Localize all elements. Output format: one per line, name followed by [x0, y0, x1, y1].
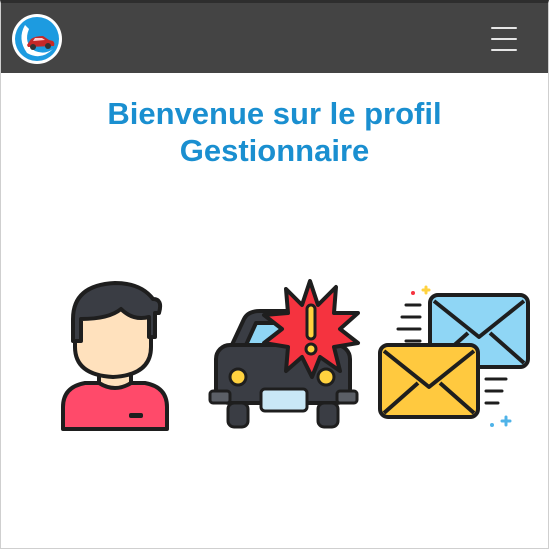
- user-profile-icon[interactable]: [59, 279, 171, 431]
- top-navbar: [1, 3, 548, 73]
- menu-bar-top: [491, 27, 517, 29]
- profile-tiles: [1, 279, 548, 439]
- page-title-line1: Bienvenue sur le profil: [107, 96, 442, 131]
- menu-bar-middle: [491, 38, 517, 40]
- car-logo-icon[interactable]: [11, 13, 63, 65]
- menu-bar-bottom: [491, 49, 517, 51]
- page-title-line2: Gestionnaire: [179, 133, 370, 168]
- car-accident-icon[interactable]: [206, 279, 361, 431]
- messages-icon[interactable]: [376, 279, 534, 431]
- app-frame: Bienvenue sur le profil Gestionnaire: [0, 0, 549, 549]
- page-title: Bienvenue sur le profil Gestionnaire: [1, 95, 548, 169]
- hamburger-menu-icon[interactable]: [481, 19, 527, 59]
